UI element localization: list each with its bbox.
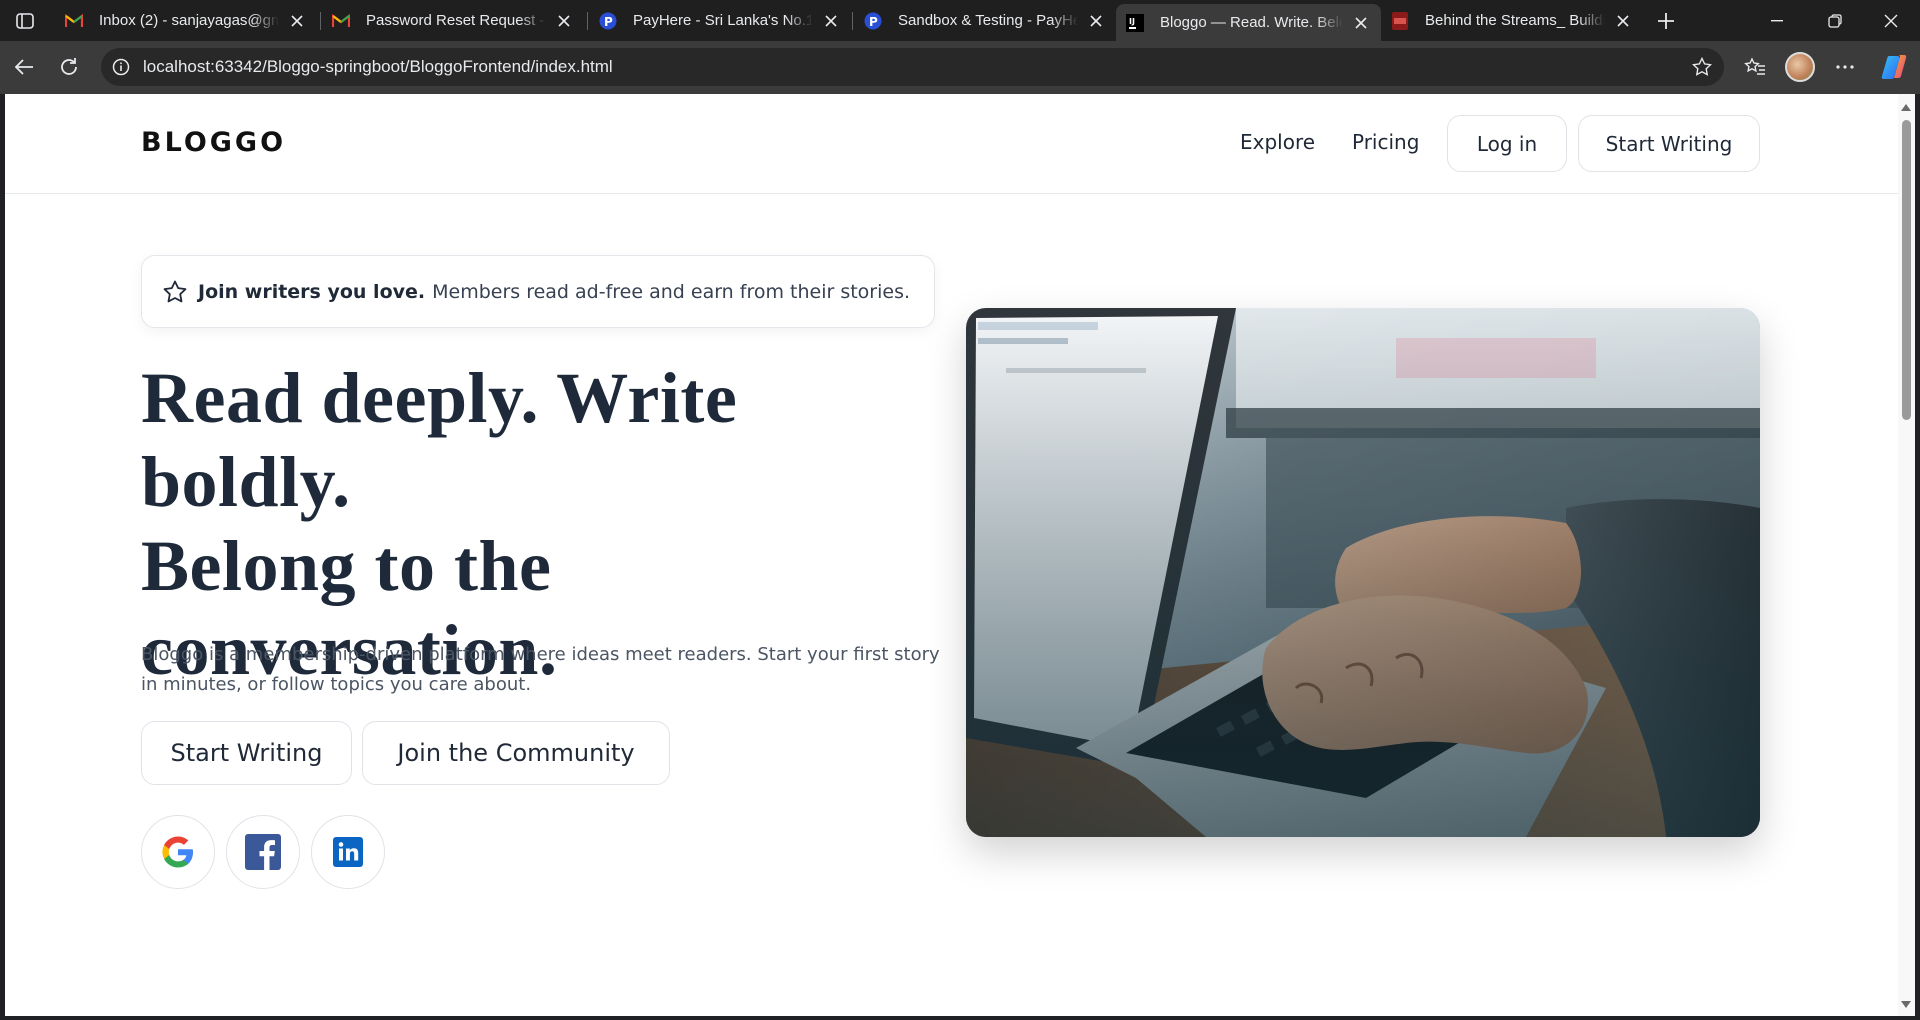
close-icon[interactable]	[821, 11, 841, 31]
hero-laptop-image	[966, 308, 1760, 837]
google-icon	[162, 836, 193, 868]
site-header: BLOGGO Explore Pricing Log in Start Writ…	[5, 94, 1898, 194]
page-viewport: BLOGGO Explore Pricing Log in Start Writ…	[5, 94, 1898, 1016]
intellij-icon: IJ	[1126, 13, 1144, 32]
favorites-icon[interactable]	[1739, 51, 1771, 83]
browser-tab-active[interactable]: IJ Bloggo — Read. Write. Belong.	[1116, 4, 1381, 41]
facebook-icon	[245, 834, 281, 870]
membership-promo-banner: Join writers you love. Members read ad-f…	[141, 255, 935, 328]
join-community-button[interactable]: Join the Community	[362, 721, 670, 785]
hero-description: Bloggo is a membership-driven platform w…	[141, 644, 940, 695]
gmail-icon	[332, 12, 350, 30]
browser-tab[interactable]: P Sandbox & Testing - PayHere	[854, 4, 1116, 37]
gmail-icon	[65, 12, 83, 30]
tab-title: Bloggo — Read. Write. Belong.	[1160, 14, 1343, 31]
tab-title: PayHere - Sri Lanka's No.1 Online Paymen…	[633, 12, 813, 29]
browser-tab[interactable]: Password Reset Request - sanjayagas	[322, 4, 584, 37]
copilot-icon[interactable]	[1880, 53, 1908, 81]
tab-title: Sandbox & Testing - PayHere	[898, 12, 1078, 29]
headline-line: Read deeply. Write boldly.	[141, 358, 738, 522]
more-options-icon[interactable]	[1829, 51, 1861, 83]
address-bar[interactable]: localhost:63342/Bloggo-springboot/Bloggo…	[101, 48, 1724, 86]
nav-pricing-link[interactable]: Pricing	[1352, 130, 1419, 154]
close-icon[interactable]	[1613, 11, 1633, 31]
browser-tab[interactable]: Inbox (2) - sanjayagas@gmail.com	[55, 4, 317, 37]
promo-text: Members read ad-free and earn from their…	[432, 280, 911, 303]
svg-text:P: P	[604, 15, 613, 29]
favorite-star-icon[interactable]	[1691, 56, 1713, 77]
restore-icon[interactable]	[1806, 0, 1864, 41]
tab-actions-icon[interactable]	[10, 7, 40, 34]
close-icon[interactable]	[1086, 11, 1106, 31]
tab-divider	[320, 12, 321, 30]
scroll-down-arrow-icon[interactable]	[1901, 1001, 1911, 1008]
browser-tab[interactable]: P PayHere - Sri Lanka's No.1 Online Paym…	[589, 4, 851, 37]
profile-avatar[interactable]	[1785, 52, 1815, 82]
site-info-icon[interactable]	[111, 57, 131, 77]
linkedin-login-button[interactable]	[311, 815, 385, 889]
login-button[interactable]: Log in	[1447, 115, 1567, 172]
tab-divider	[852, 12, 853, 30]
payhere-icon: P	[864, 12, 882, 30]
header-start-writing-button[interactable]: Start Writing	[1578, 115, 1760, 172]
browser-toolbar: localhost:63342/Bloggo-springboot/Bloggo…	[0, 41, 1920, 94]
window-close-icon[interactable]	[1862, 0, 1920, 41]
back-icon[interactable]	[8, 51, 40, 83]
payhere-icon: P	[599, 12, 617, 30]
google-login-button[interactable]	[141, 815, 215, 889]
hero-start-writing-button[interactable]: Start Writing	[141, 721, 352, 785]
tab-title: Inbox (2) - sanjayagas@gmail.com	[99, 12, 279, 29]
page-scrollbar[interactable]	[1898, 94, 1915, 1016]
tab-divider	[587, 12, 588, 30]
brand-logo[interactable]: BLOGGO	[141, 127, 286, 158]
scroll-up-arrow-icon[interactable]	[1901, 104, 1911, 111]
minimize-icon[interactable]	[1748, 0, 1806, 41]
close-icon[interactable]	[287, 11, 307, 31]
promo-highlight: Join writers you love.	[198, 280, 426, 303]
star-icon	[163, 280, 187, 302]
new-tab-icon[interactable]	[1652, 7, 1680, 35]
pdf-icon	[1391, 11, 1409, 30]
headline-line: Belong to the	[141, 526, 552, 606]
close-icon[interactable]	[554, 11, 574, 31]
facebook-login-button[interactable]	[226, 815, 300, 889]
linkedin-icon	[333, 837, 363, 867]
tab-title: Password Reset Request - sanjayagas	[366, 12, 546, 29]
svg-text:IJ: IJ	[1129, 17, 1135, 26]
close-icon[interactable]	[1351, 13, 1371, 33]
reload-icon[interactable]	[53, 51, 85, 83]
browser-tab[interactable]: Behind the Streams_ Building	[1381, 4, 1643, 37]
nav-explore-link[interactable]: Explore	[1240, 130, 1315, 154]
tab-title: Behind the Streams_ Building	[1425, 12, 1605, 29]
svg-text:P: P	[869, 15, 878, 29]
scrollbar-thumb[interactable]	[1902, 120, 1911, 420]
browser-tab-strip: Inbox (2) - sanjayagas@gmail.com Passwor…	[0, 0, 1920, 41]
url-text[interactable]: localhost:63342/Bloggo-springboot/Bloggo…	[143, 57, 613, 77]
